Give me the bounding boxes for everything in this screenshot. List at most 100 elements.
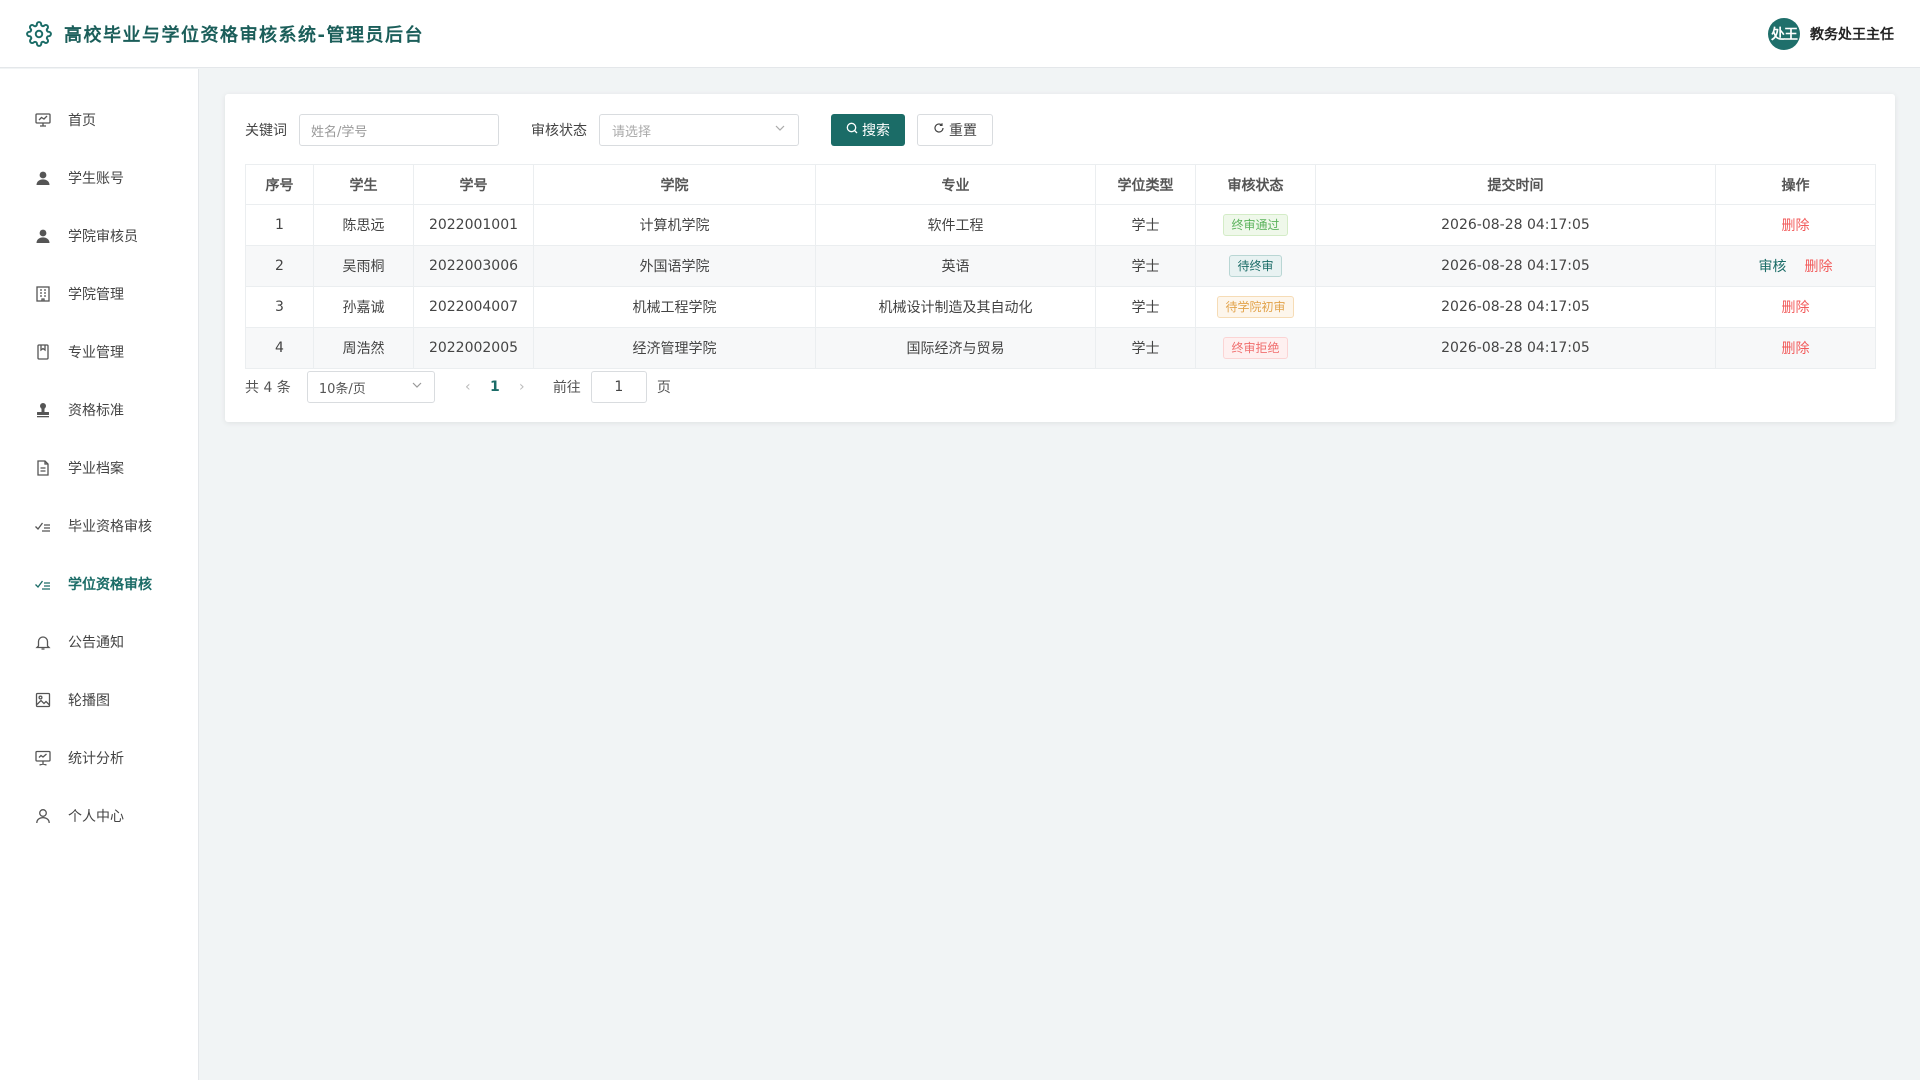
building-icon [34,285,52,303]
sidebar-item-11[interactable]: 统计分析 [0,729,198,787]
cell-student: 吴雨桐 [313,245,414,287]
sidebar-item-12[interactable]: 个人中心 [0,787,198,845]
sidebar-item-0[interactable]: 首页 [0,91,198,149]
cell-id: 2022001001 [413,204,534,246]
keyword-label: 关键词 [245,123,287,139]
cell-time: 2026-08-28 04:17:05 [1315,245,1716,287]
stamp-icon [34,401,52,419]
cell-student: 陈思远 [313,204,414,246]
cell-degree: 学士 [1095,204,1196,246]
user-outline-icon [34,807,52,825]
reset-button[interactable]: 重置 [917,114,993,146]
cell-status: 终审拒绝 [1195,327,1316,369]
status-badge: 终审通过 [1223,214,1288,236]
status-badge: 终审拒绝 [1223,337,1288,359]
user-menu[interactable]: 处王 教务处王主任 [1768,17,1894,50]
refresh-icon [933,122,945,138]
gear-icon [26,20,52,47]
total-count: 共 4 条 [245,380,291,396]
cell-time: 2026-08-28 04:17:05 [1315,327,1716,369]
column-header: 学生 [313,164,414,205]
cell-time: 2026-08-28 04:17:05 [1315,286,1716,328]
search-button[interactable]: 搜索 [831,114,905,146]
cell-student: 周浩然 [313,327,414,369]
keyword-input[interactable]: 姓名/学号 [299,114,499,146]
column-header: 专业 [815,164,1096,205]
cell-index: 3 [245,286,314,328]
sidebar-item-5[interactable]: 资格标准 [0,381,198,439]
cell-college: 计算机学院 [533,204,816,246]
chevron-down-icon [774,122,786,138]
status-label: 审核状态 [531,123,587,139]
sidebar-item-9[interactable]: 公告通知 [0,613,198,671]
sidebar-item-6[interactable]: 学业档案 [0,439,198,497]
main-card: 关键词 姓名/学号 审核状态 请选择 搜索 重置 序号学生 学号 学院 专业 学… [225,94,1895,422]
cell-index: 2 [245,245,314,287]
column-header: 学院 [533,164,816,205]
filter-bar: 关键词 姓名/学号 审核状态 请选择 搜索 重置 [245,114,1875,146]
cell-id: 2022003006 [413,245,534,287]
sidebar-item-10[interactable]: 轮播图 [0,671,198,729]
cell-index: 1 [245,204,314,246]
sidebar-item-label: 首页 [68,113,96,129]
search-icon [846,122,858,138]
column-header: 序号 [245,164,314,205]
cell-actions: 删除 [1715,204,1876,246]
page-number-current[interactable]: 1 [479,379,511,395]
sidebar-item-2[interactable]: 学院审核员 [0,207,198,265]
sidebar-item-4[interactable]: 专业管理 [0,323,198,381]
sidebar-item-1[interactable]: 学生账号 [0,149,198,207]
page-size-select[interactable]: 10条/页 [306,371,435,403]
review-link[interactable]: 审核 [1759,259,1787,275]
cell-id: 2022002005 [413,327,534,369]
cell-major: 国际经济与贸易 [815,327,1096,369]
status-select[interactable]: 请选择 [599,114,799,146]
cell-college: 经济管理学院 [533,327,816,369]
user-name[interactable]: 教务处王主任 [1810,24,1894,44]
avatar[interactable]: 处王 [1768,17,1800,50]
cell-actions: 审核 删除 [1715,245,1876,287]
column-header: 学号 [413,164,534,205]
delete-link[interactable]: 删除 [1782,218,1810,234]
sidebar-item-label: 专业管理 [68,345,124,361]
cell-time: 2026-08-28 04:17:05 [1315,204,1716,246]
goto-page-input[interactable]: 1 [590,371,647,403]
sidebar-item-label: 资格标准 [68,403,124,419]
sidebar-item-label: 学位资格审核 [68,577,152,593]
next-page-icon[interactable]: › [511,379,533,395]
sidebar-item-8[interactable]: 学位资格审核 [0,555,198,613]
status-badge: 待终审 [1229,255,1282,277]
cell-status: 待学院初审 [1195,286,1316,328]
cell-major: 英语 [815,245,1096,287]
table-row: 1 陈思远 2022001001 计算机学院 软件工程 学士 终审通过 2026-08-28 … [245,204,1876,246]
cell-actions: 删除 [1715,286,1876,328]
delete-link[interactable]: 删除 [1782,341,1810,357]
cell-degree: 学士 [1095,286,1196,328]
bell-icon [34,633,52,651]
chevron-down-icon [411,379,423,395]
sidebar-item-label: 个人中心 [68,809,124,825]
page-suffix: 页 [656,380,671,396]
table-header-row: 序号 学生 学号 学院 专业 学位类型 审核状态 提交时间 操作 [245,164,1876,205]
checklist-icon [34,575,52,593]
delete-link[interactable]: 删除 [1782,300,1810,316]
sidebar-item-label: 学业档案 [68,461,124,477]
sidebar-item-label: 学生账号 [68,171,124,187]
prev-page-icon[interactable]: ‹ [457,379,479,395]
delete-link[interactable]: 删除 [1805,259,1833,275]
sidebar-item-7[interactable]: 毕业资格审核 [0,497,198,555]
sidebar-item-3[interactable]: 学院管理 [0,265,198,323]
user-icon [34,169,52,187]
cell-status: 待终审 [1195,245,1316,287]
column-header: 审核状态 [1195,164,1316,205]
goto-label: 前往 [552,380,581,396]
cell-degree: 学士 [1095,327,1196,369]
column-header: 提交时间 [1315,164,1716,205]
column-header: 操作 [1715,164,1876,205]
brand: 高校毕业与学位资格审核系统-管理员后台 [26,20,424,47]
document-icon [34,459,52,477]
cell-actions: 删除 [1715,327,1876,369]
presentation-icon [34,749,52,767]
app-title: 高校毕业与学位资格审核系统-管理员后台 [64,24,424,46]
box-icon [34,343,52,361]
